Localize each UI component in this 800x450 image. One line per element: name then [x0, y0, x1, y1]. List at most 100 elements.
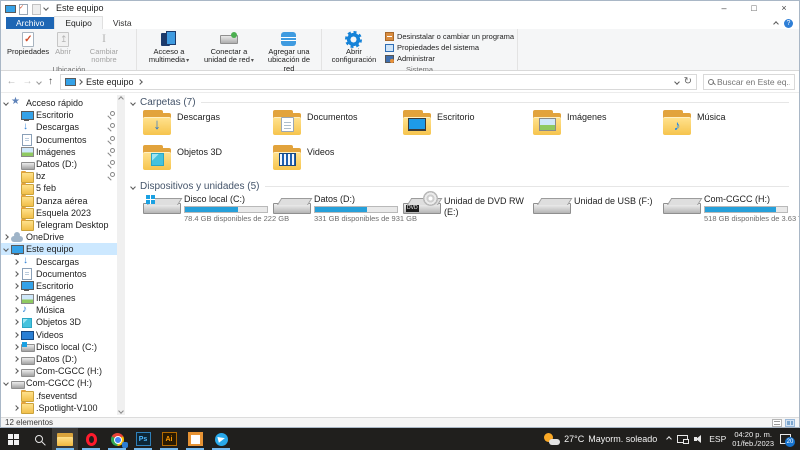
sidebar-item[interactable]: Com-CGCC (H:) [1, 377, 125, 389]
propiedades-sistema-button[interactable]: Propiedades del sistema [385, 43, 514, 52]
recent-locations-chevron-icon[interactable] [36, 79, 42, 85]
sidebar-item[interactable]: Escritorio [1, 280, 125, 292]
breadcrumb[interactable]: Este equipo [86, 77, 134, 87]
agregar-ubicacion-red-button[interactable]: Agregar una ubicación de red [260, 30, 318, 73]
address-dropdown-icon[interactable] [674, 79, 680, 85]
folder-tile[interactable]: Descargas [143, 110, 273, 140]
sidebar-item[interactable]: Esquela 2023 [1, 207, 125, 219]
sidebar-item[interactable]: Objetos 3D [1, 316, 125, 328]
scroll-down-icon[interactable] [118, 408, 124, 414]
taskbar-search-button[interactable] [26, 428, 52, 450]
propiedades-button[interactable]: Propiedades [5, 30, 51, 56]
abrir-button[interactable]: Abrir [53, 30, 73, 56]
back-button[interactable]: ← [5, 76, 18, 87]
breadcrumb-chevron-icon[interactable] [77, 79, 83, 85]
sidebar-item[interactable]: Imágenes [1, 292, 125, 304]
drive-tile[interactable]: Datos (D:) 331 GB disponibles de 931 GB [273, 194, 403, 232]
cambiar-nombre-button[interactable]: Cambiar nombre [75, 30, 133, 65]
action-center-icon[interactable]: 20 [780, 434, 791, 444]
chevron-right-icon[interactable] [13, 344, 19, 350]
folder-tile[interactable]: Videos [273, 145, 403, 175]
details-view-button[interactable] [772, 419, 782, 427]
section-header[interactable]: Dispositivos y unidades (5) [131, 180, 795, 193]
sidebar-item[interactable]: Acceso rápido [1, 97, 125, 109]
up-button[interactable]: ↑ [44, 76, 57, 87]
sidebar-item[interactable]: OneDrive [1, 231, 125, 243]
sidebar-item[interactable]: .fseventsd [1, 390, 125, 402]
chevron-right-icon[interactable] [13, 332, 19, 338]
scroll-up-icon[interactable] [118, 96, 124, 102]
sidebar-item[interactable]: Danza aérea [1, 195, 125, 207]
help-icon[interactable]: ? [784, 19, 793, 28]
conectar-unidad-red-button[interactable]: Conectar a unidad de red [200, 30, 258, 65]
sidebar-item[interactable]: 5 feb [1, 182, 125, 194]
administrar-button[interactable]: Administrar [385, 54, 514, 63]
weather-widget[interactable]: 27°C Mayorm. soleado [540, 433, 661, 446]
qat-new-folder-icon[interactable] [31, 4, 40, 13]
taskbar-illustrator-button[interactable]: Ai [156, 428, 182, 450]
search-input[interactable] [717, 77, 790, 87]
qat-properties-icon[interactable] [18, 4, 27, 13]
sidebar-item[interactable]: Videos [1, 329, 125, 341]
breadcrumb-chevron-icon[interactable] [137, 79, 143, 85]
tray-overflow-chevron-icon[interactable] [666, 436, 672, 442]
sidebar-item[interactable]: .Spotlight-V100 [1, 402, 125, 414]
chevron-right-icon[interactable] [13, 405, 19, 411]
sidebar-scrollbar[interactable] [117, 95, 125, 415]
taskbar-sticky-notes-button[interactable] [182, 428, 208, 450]
language-indicator[interactable]: ESP [709, 434, 726, 444]
sidebar-item[interactable]: Disco local (C:) [1, 341, 125, 353]
taskbar-start-button[interactable] [0, 428, 26, 450]
volume-icon[interactable] [694, 434, 703, 444]
taskbar-explorer-button[interactable] [52, 428, 78, 450]
taskbar-chrome-button[interactable] [104, 428, 130, 450]
chevron-right-icon[interactable] [13, 283, 19, 289]
drive-tile[interactable]: Com-CGCC (H:) 518 GB disponibles de 3.63… [663, 194, 793, 232]
drive-tile[interactable]: Unidad de USB (F:) [533, 194, 663, 232]
acceso-multimedia-button[interactable]: Acceso a multimedia [140, 30, 198, 65]
chevron-right-icon[interactable] [3, 234, 9, 240]
refresh-icon[interactable]: ↻ [684, 76, 692, 87]
sidebar-item[interactable]: Documentos [1, 134, 125, 146]
sidebar-item[interactable]: bz [1, 170, 125, 182]
folder-tile[interactable]: Música [663, 110, 793, 140]
sidebar-item[interactable]: Imágenes [1, 146, 125, 158]
chevron-down-icon[interactable] [3, 381, 9, 387]
chevron-down-icon[interactable] [3, 247, 9, 253]
ribbon-collapse-icon[interactable] [773, 21, 779, 27]
taskbar-photoshop-button[interactable]: Ps [130, 428, 156, 450]
folder-tile[interactable]: Documentos [273, 110, 403, 140]
desinstalar-programa-button[interactable]: Desinstalar o cambiar un programa [385, 32, 514, 41]
taskbar-telegram-button[interactable] [208, 428, 234, 450]
abrir-configuracion-button[interactable]: Abrir configuración [325, 30, 383, 65]
tab-equipo[interactable]: Equipo [54, 16, 102, 29]
chevron-right-icon[interactable] [13, 356, 19, 362]
sidebar-item[interactable]: Descargas [1, 255, 125, 267]
chevron-right-icon[interactable] [13, 307, 19, 313]
chevron-right-icon[interactable] [13, 368, 19, 374]
sidebar-item[interactable]: Datos (D:) [1, 353, 125, 365]
search-box[interactable] [703, 74, 795, 90]
tab-vista[interactable]: Vista [103, 17, 142, 29]
folder-tile[interactable]: Imágenes [533, 110, 663, 140]
sidebar-item[interactable]: Telegram Desktop [1, 219, 125, 231]
close-button[interactable]: × [769, 1, 799, 15]
sidebar-item[interactable]: Documentos [1, 268, 125, 280]
sidebar-item[interactable]: Com-CGCC (H:) [1, 365, 125, 377]
tab-archivo[interactable]: Archivo [6, 17, 54, 29]
address-field[interactable]: Este equipo ↻ [60, 74, 697, 90]
sidebar-item[interactable]: Descargas [1, 121, 125, 133]
chevron-right-icon[interactable] [13, 271, 19, 277]
network-icon[interactable] [677, 435, 688, 443]
clock[interactable]: 04:20 p. m. 01/feb./2023 [732, 430, 774, 449]
folder-tile[interactable]: Objetos 3D [143, 145, 273, 175]
drive-tile[interactable]: Disco local (C:) 78.4 GB disponibles de … [143, 194, 273, 232]
folder-tile[interactable]: Escritorio [403, 110, 533, 140]
chevron-down-icon[interactable] [130, 184, 136, 190]
maximize-button[interactable]: □ [739, 1, 769, 15]
chevron-right-icon[interactable] [13, 259, 19, 265]
section-header[interactable]: Carpetas (7) [131, 96, 795, 109]
qat-customize-chevron-icon[interactable] [43, 5, 49, 11]
minimize-button[interactable]: – [709, 1, 739, 15]
chevron-right-icon[interactable] [13, 295, 19, 301]
